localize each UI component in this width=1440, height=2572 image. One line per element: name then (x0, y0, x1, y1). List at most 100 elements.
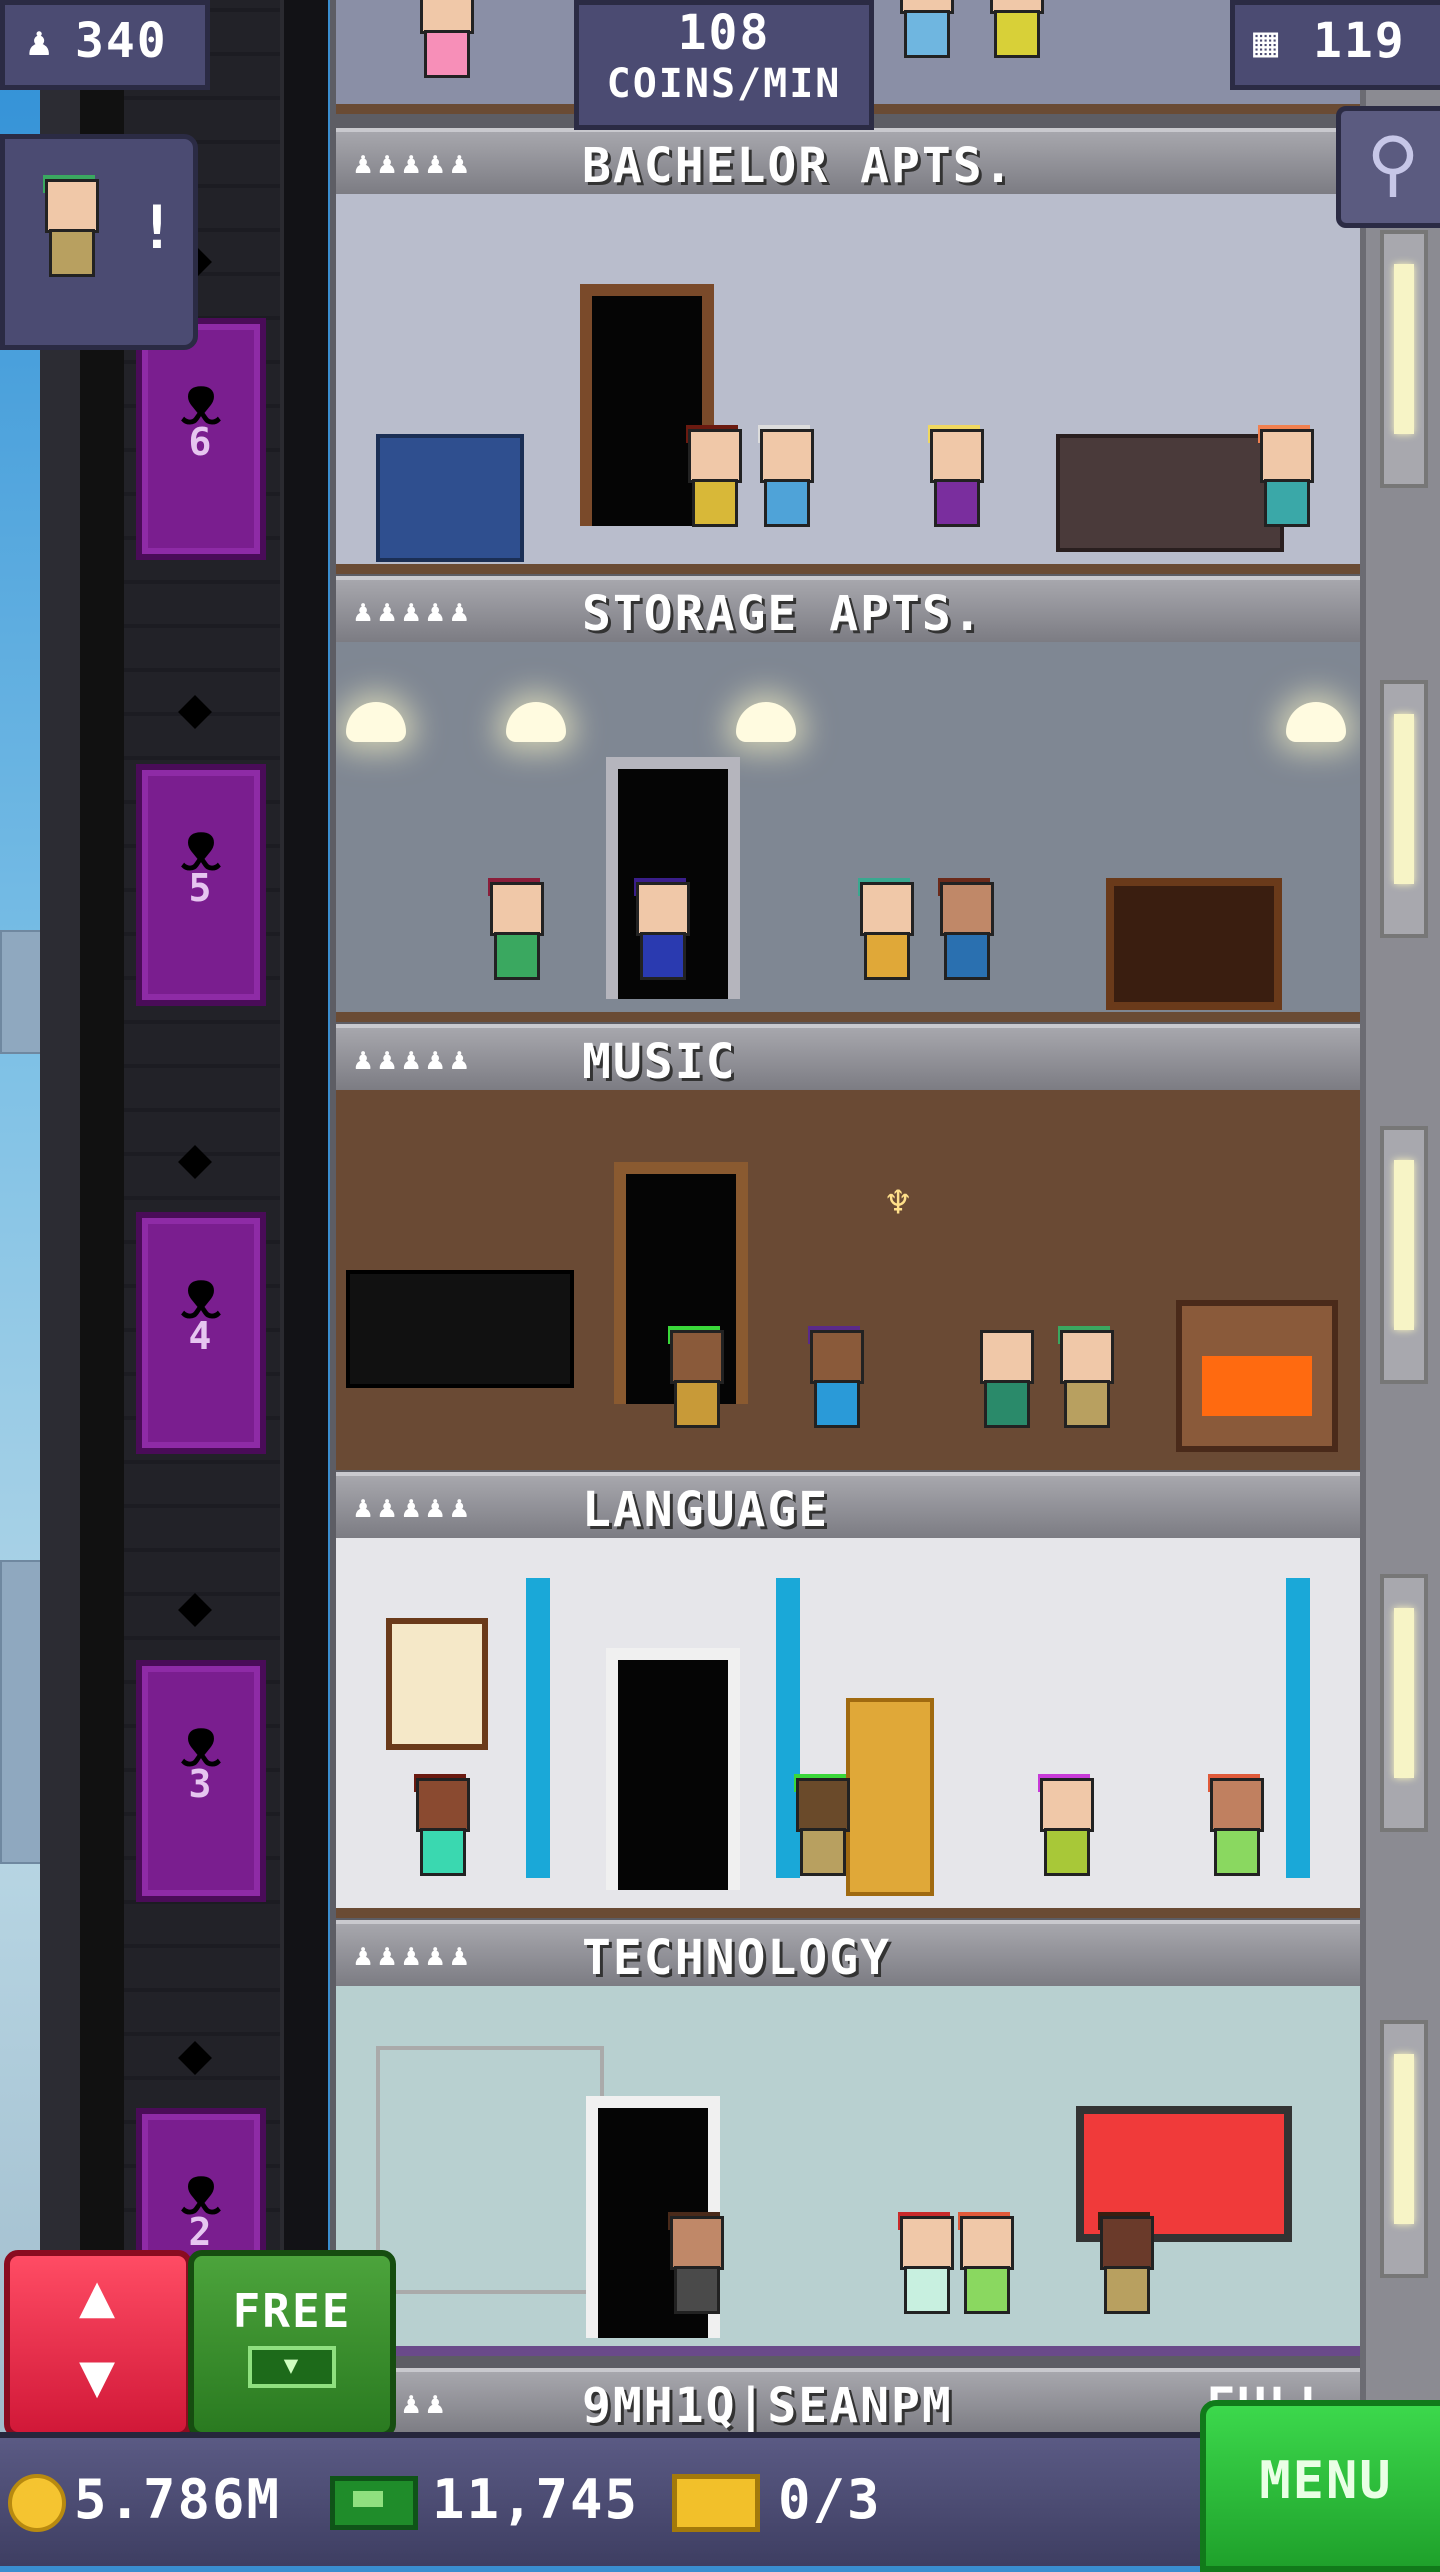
coins-per-min-label: COINS/MIN (606, 61, 842, 107)
coin-icon (8, 2474, 66, 2533)
floor-room[interactable] (336, 642, 1360, 1022)
coins-balance[interactable]: 5.786M (8, 2468, 282, 2533)
population-value: 340 (75, 13, 168, 69)
tickets-value: 0/3 (778, 2468, 882, 2531)
wall-light (1380, 1126, 1428, 1384)
bitizen[interactable] (1256, 425, 1314, 539)
city-building (0, 930, 44, 1054)
bitizen[interactable] (926, 425, 984, 539)
floor-name: BACHELOR APTS. (582, 138, 1015, 194)
bitizen[interactable] (1056, 1326, 1114, 1440)
ceiling-lamp (506, 702, 566, 742)
bux-value: 11,745 (432, 2468, 640, 2531)
floor-label-bar[interactable]: ♟♟♟♟♟ STORAGE APTS. (336, 576, 1360, 646)
floor-number: 6 (188, 420, 214, 464)
menu-button[interactable]: MENU (1200, 2400, 1440, 2572)
floor-number: 5 (188, 866, 214, 910)
occupancy-icons: ♟♟♟♟♟ (354, 1490, 475, 1525)
bitizen[interactable] (896, 2212, 954, 2326)
floor-label-bar[interactable]: ♟♟♟♟♟ LANGUAGE (336, 1472, 1360, 1542)
golden-idol (846, 1698, 934, 1896)
bitizen[interactable] (792, 1774, 850, 1888)
elevator-car[interactable]: ᴥ 4 (136, 1212, 266, 1454)
wall-light (1380, 2020, 1428, 2278)
bitizen[interactable] (416, 0, 474, 90)
bitizen[interactable] (936, 878, 994, 992)
bitizen[interactable] (806, 1326, 864, 1440)
ceiling-lamp (346, 702, 406, 742)
free-label: FREE (232, 2284, 352, 2338)
chandelier-icon: ♆ (886, 1180, 911, 1226)
floor-number: 3 (188, 1762, 214, 1806)
wall-painting (386, 1618, 488, 1750)
bitizen[interactable] (976, 1330, 1034, 1440)
floor-count-value: 119 (1313, 13, 1406, 69)
ceiling-lamp (736, 702, 796, 742)
television (1106, 878, 1282, 1010)
bitizen-icon: ♟ (27, 19, 54, 65)
alert-icon: ! (138, 193, 177, 263)
bitizen[interactable] (684, 425, 742, 539)
bitizen[interactable] (666, 2212, 724, 2326)
bitizen[interactable] (632, 878, 690, 992)
visitor-button[interactable]: ! (0, 134, 198, 350)
floor-label-bar[interactable]: ♟♟♟♟♟ TECHNOLOGY (336, 1920, 1360, 1990)
coins-per-min-value: 108 (677, 5, 771, 61)
shaft-rail (40, 0, 84, 2560)
floor-name: MUSIC (582, 1034, 737, 1090)
up-down-arrows-icon: ▲ ▼ (78, 2261, 118, 2411)
floor-room[interactable] (336, 1538, 1360, 1918)
floor-label-bar[interactable]: ♟♟♟♟♟ BACHELOR APTS. (336, 128, 1360, 198)
coins-per-min-display: 108 COINS/MIN (574, 0, 874, 130)
population-counter[interactable]: ♟ 340 (0, 0, 210, 90)
bitizen[interactable] (956, 2212, 1014, 2326)
bitizen[interactable] (986, 0, 1044, 70)
floor-label-bar[interactable]: ♟♟♟♟♟ MUSIC (336, 1024, 1360, 1094)
shaft-frame-right (280, 0, 328, 2560)
elevator-car[interactable]: ᴥ 6 (136, 318, 266, 560)
floor-room[interactable] (336, 1986, 1360, 2356)
city-building (0, 1560, 44, 1864)
floor-number: 2 (188, 2210, 214, 2254)
wall-light (1380, 230, 1428, 488)
ticket-icon (672, 2474, 760, 2533)
bux-balance[interactable]: 11,745 (330, 2468, 639, 2531)
sofa (1056, 434, 1284, 552)
wall-pillar (526, 1578, 550, 1878)
bitizen[interactable] (896, 0, 954, 70)
wall-light (1380, 1574, 1428, 1832)
bitizen[interactable] (856, 878, 914, 992)
bitizen[interactable] (1096, 2212, 1154, 2326)
bitizen[interactable] (756, 425, 814, 539)
magnifier-icon: ⚲ (1366, 121, 1420, 205)
bitizen[interactable] (1206, 1774, 1264, 1888)
floor-name: TECHNOLOGY (582, 1930, 891, 1986)
free-bux-button[interactable]: FREE ▼ (188, 2250, 396, 2438)
floor-room[interactable] (336, 194, 1360, 574)
floor-name: 9MH1Q|SEANPM (582, 2378, 953, 2434)
fireplace (1176, 1300, 1338, 1452)
bitizen[interactable] (412, 1774, 470, 1888)
tickets-balance[interactable]: 0/3 (672, 2468, 882, 2533)
coins-value: 5.786M (74, 2468, 282, 2531)
wall-light (1380, 680, 1428, 938)
bitizen[interactable] (1036, 1774, 1094, 1888)
search-button[interactable]: ⚲ (1336, 106, 1440, 228)
floor-name: STORAGE APTS. (582, 586, 984, 642)
bux-icon: ▼ (248, 2346, 336, 2388)
floor-number: 4 (188, 1314, 214, 1358)
floor-counter[interactable]: ▦ 119 (1230, 0, 1440, 90)
room-door (606, 1648, 740, 1890)
elevator-car[interactable]: ᴥ 5 (136, 764, 266, 1006)
bux-icon (330, 2476, 418, 2531)
occupancy-icons: ♟♟♟♟♟ (354, 594, 475, 629)
bitizen[interactable] (666, 1326, 724, 1440)
floor-room[interactable]: ♆ (336, 1090, 1360, 1470)
shelf (376, 2046, 604, 2294)
elevator-car[interactable]: ᴥ 3 (136, 1660, 266, 1902)
visitor-avatar (41, 175, 99, 289)
grand-piano (346, 1270, 574, 1388)
occupancy-icons: ♟♟♟♟♟ (354, 146, 475, 181)
elevator-button[interactable]: ▲ ▼ (4, 2250, 192, 2438)
bitizen[interactable] (486, 878, 544, 992)
